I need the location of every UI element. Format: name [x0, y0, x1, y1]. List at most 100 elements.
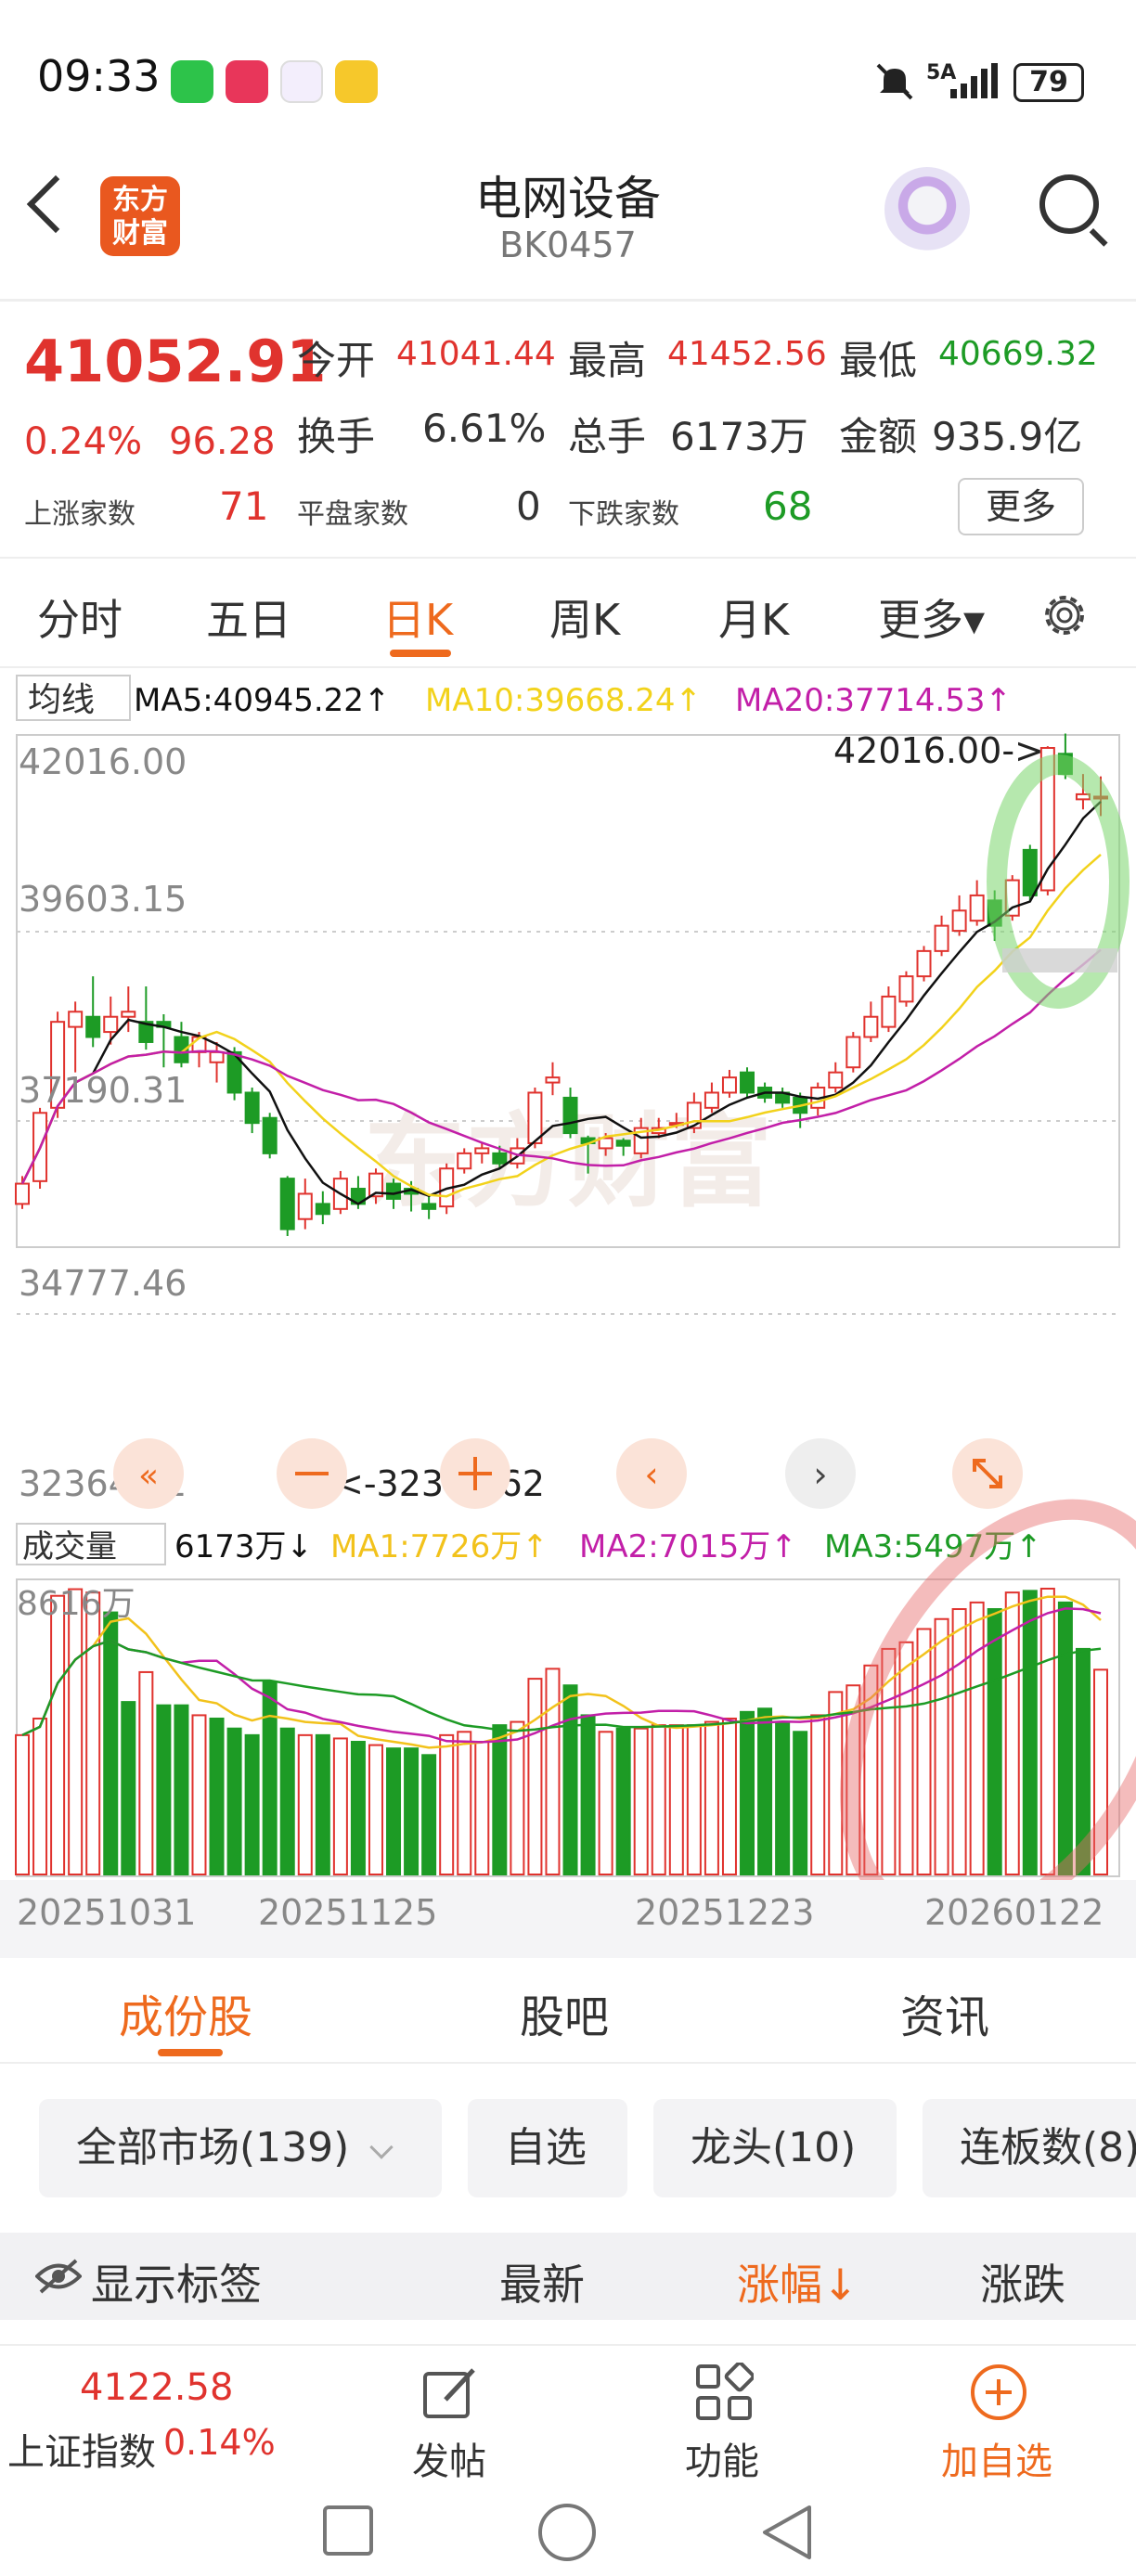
scroll-right-icon[interactable]: › [785, 1438, 856, 1509]
tab-news[interactable]: 资讯 [900, 1980, 989, 2045]
volume-bar [987, 1608, 1002, 1876]
volume-axis-label: 8616万 [17, 1585, 136, 1623]
volume-bar [138, 1670, 154, 1875]
filter-watchlist[interactable]: 自选 [468, 2099, 627, 2197]
post-button[interactable]: 发帖 [412, 2431, 486, 2485]
index-change: 0.14% [163, 2422, 276, 2463]
more-button[interactable]: 更多 [958, 478, 1084, 535]
robot-avatar-icon[interactable] [884, 167, 970, 252]
nav-back-icon[interactable] [759, 2504, 815, 2561]
down-count-label: 下跌家数 [568, 498, 679, 531]
vol-ma2-value: MA2:7015万↑ [579, 1528, 797, 1565]
show-tags-toggle[interactable]: 显示标签 [91, 2251, 262, 2312]
volume-bar [368, 1744, 383, 1875]
candle-body [121, 1011, 136, 1018]
info-app-icon [280, 60, 323, 103]
volume-bar [969, 1601, 985, 1875]
volume-bar [103, 1611, 119, 1875]
eye-hidden-icon[interactable] [35, 2259, 82, 2294]
filter-limit-up[interactable]: 连板数(8) [923, 2099, 1136, 2197]
active-tab-indicator [390, 650, 451, 657]
candle-body [457, 1152, 472, 1170]
add-watchlist-icon[interactable] [969, 2363, 1028, 2422]
scroll-left-icon[interactable]: ‹ [616, 1438, 687, 1509]
volume-bar [457, 1731, 472, 1876]
volume-bar [386, 1747, 402, 1875]
status-bar: 09:33 5A 79 [0, 0, 1136, 139]
candle-body [492, 1152, 508, 1165]
volume-bar [492, 1724, 508, 1875]
volume-bar [32, 1717, 48, 1876]
index-value[interactable]: 4122.58 [80, 2366, 233, 2409]
tab-monthly-k[interactable]: 月K [718, 586, 789, 648]
kline-chart-area: 均线 MA5:40945.22↑ MA10:39668.24↑ MA20:377… [0, 668, 1136, 1958]
candle-body [209, 1050, 225, 1063]
volume-bar [350, 1741, 366, 1876]
zoom-out-icon[interactable] [277, 1438, 347, 1509]
battery-icon: 79 [1013, 63, 1084, 102]
volume-bar [1039, 1588, 1055, 1875]
candle-body [15, 1182, 30, 1205]
tab-weekly-k[interactable]: 周K [549, 586, 620, 648]
sort-change-pct[interactable]: 涨幅↓ [737, 2251, 858, 2312]
volume-bar [633, 1727, 649, 1875]
volume-bar [226, 1727, 242, 1875]
candle-body [704, 1091, 719, 1109]
up-count: 71 [219, 483, 269, 529]
tab-five-day[interactable]: 五日 [206, 586, 291, 648]
tab-constituents[interactable]: 成份股 [119, 1980, 252, 2045]
kline-chart-svg[interactable]: 均线 MA5:40945.22↑ MA10:39668.24↑ MA20:377… [0, 668, 1136, 1958]
candle-body [615, 1140, 631, 1147]
turnover-value: 6.61% [422, 406, 547, 451]
ma20-value: MA20:37714.53↑ [735, 682, 1012, 719]
volume-bar [775, 1720, 791, 1876]
home-icon[interactable] [538, 2504, 596, 2561]
candle-body [244, 1091, 260, 1125]
header: 东方 财富 电网设备 BK0457 [0, 139, 1136, 297]
status-time: 09:33 [37, 51, 161, 101]
bottom-bar: 4122.58 上证指数 0.14% 发帖 功能 加自选 [0, 2344, 1136, 2483]
volume-bar [580, 1714, 596, 1875]
volume-bar [439, 1733, 455, 1875]
sort-change[interactable]: 涨跌 [980, 2251, 1065, 2312]
fullscreen-icon[interactable] [952, 1438, 1023, 1509]
volume-bar [598, 1731, 613, 1876]
open-value: 41041.44 [396, 335, 556, 373]
tab-intraday[interactable]: 分时 [37, 586, 123, 648]
scroll-left-far-icon[interactable]: « [113, 1438, 184, 1509]
up-count-label: 上涨家数 [24, 498, 136, 531]
candle-body [474, 1147, 490, 1154]
filter-all-market[interactable]: 全部市场(139) [39, 2099, 442, 2197]
signal-icon [950, 63, 998, 98]
date-label: 20260122 [924, 1892, 1104, 1933]
tab-more[interactable]: 更多▾ [878, 586, 985, 648]
add-watchlist-button[interactable]: 加自选 [941, 2431, 1052, 2485]
mail-app-icon [335, 60, 378, 103]
search-icon[interactable] [1039, 174, 1099, 234]
filter-leaders[interactable]: 龙头(10) [653, 2099, 897, 2197]
high-value: 41452.56 [667, 335, 827, 373]
functions-button[interactable]: 功能 [685, 2431, 759, 2485]
volume-selector[interactable]: 成交量 [22, 1528, 117, 1565]
settings-gear-icon[interactable] [1036, 586, 1093, 644]
volume-bar [50, 1594, 66, 1875]
tab-forum[interactable]: 股吧 [520, 1980, 609, 2045]
volume-bar [297, 1733, 313, 1875]
ma-selector[interactable]: 均线 [28, 681, 95, 719]
recent-apps-icon[interactable] [323, 2505, 373, 2556]
compose-post-icon[interactable] [421, 2364, 479, 2422]
candle-body [562, 1096, 578, 1135]
functions-grid-icon[interactable] [694, 2363, 754, 2422]
volume-bar [244, 1733, 260, 1875]
index-name[interactable]: 上证指数 [7, 2422, 156, 2476]
candle-body [721, 1076, 737, 1094]
candle-body [279, 1178, 295, 1230]
price-axis-label: 39603.15 [19, 879, 187, 920]
candle-body [916, 949, 932, 978]
max-price-label: 42016.00-> [833, 730, 1044, 771]
volume-bars-group [15, 1588, 1108, 1876]
tab-daily-k[interactable]: 日K [382, 586, 453, 648]
zoom-in-icon[interactable] [440, 1438, 510, 1509]
sort-latest[interactable]: 最新 [499, 2251, 585, 2312]
volume-value: 6173万 [670, 414, 808, 459]
